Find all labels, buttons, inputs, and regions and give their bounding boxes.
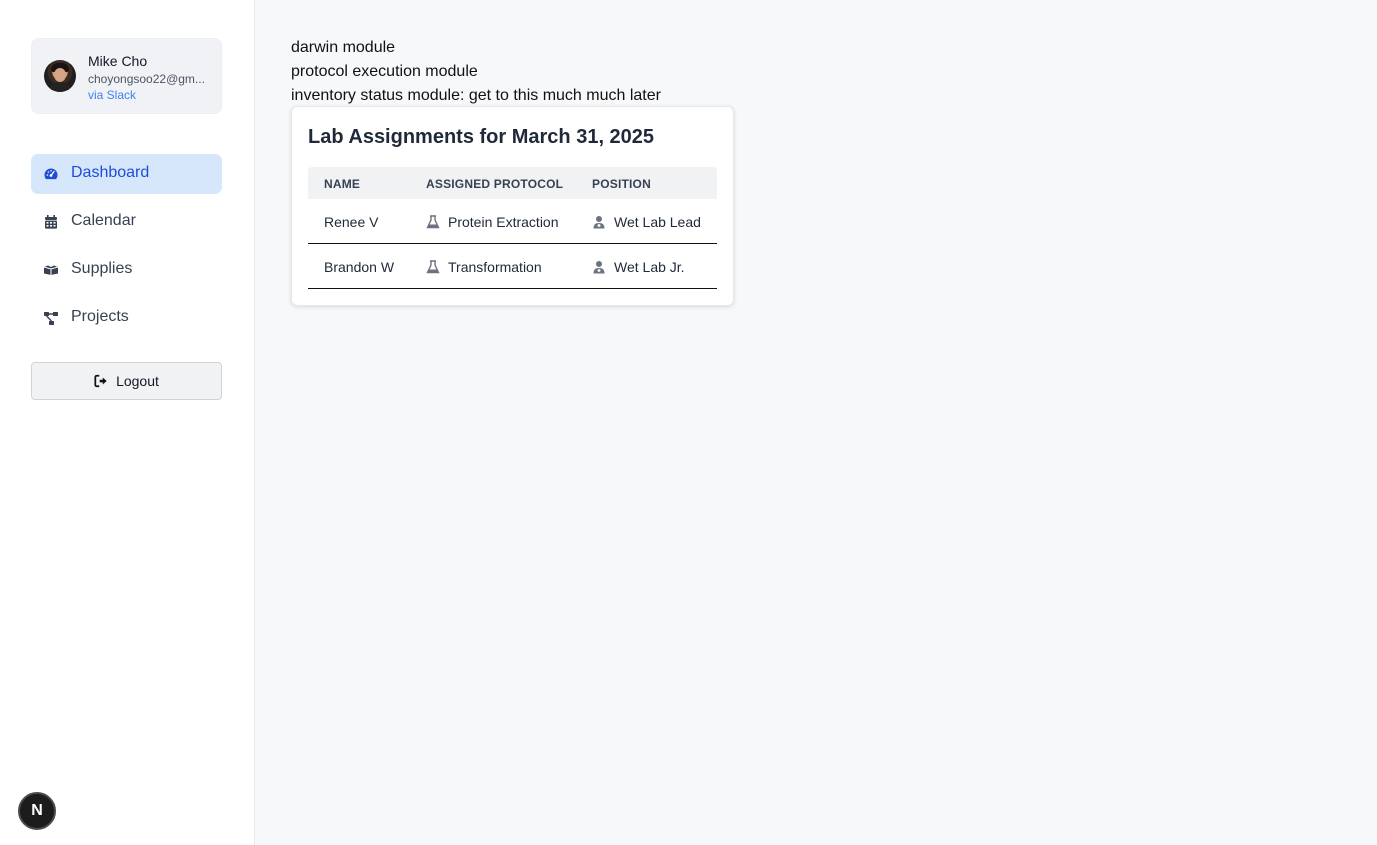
protocol-label: Transformation: [448, 259, 542, 275]
note-line: protocol execution module: [291, 63, 478, 80]
sidebar-item-calendar[interactable]: Calendar: [31, 202, 222, 242]
sidebar-item-label: Projects: [71, 308, 129, 325]
gauge-icon: [44, 168, 58, 180]
sidebar-item-label: Dashboard: [71, 164, 150, 181]
assignments-table: NAME ASSIGNED PROTOCOL POSITION Renee V …: [308, 167, 717, 289]
lab-assignments-card: Lab Assignments for March 31, 2025 NAME …: [291, 106, 734, 306]
cell-name: Renee V: [324, 214, 379, 230]
table-row: Renee V Protein Extraction Wet Lab Lead: [308, 199, 717, 244]
calendar-icon: [45, 215, 57, 229]
boxes-icon: [43, 265, 59, 275]
logout-label: Logout: [116, 373, 159, 389]
cell-protocol: Protein Extraction: [426, 214, 559, 230]
user-via-slack: via Slack: [88, 88, 137, 102]
column-header-protocol: ASSIGNED PROTOCOL: [426, 177, 564, 191]
next-dev-badge[interactable]: N: [18, 792, 56, 830]
cell-name: Brandon W: [324, 259, 395, 275]
sidebar-item-dashboard[interactable]: Dashboard: [31, 154, 222, 194]
sidebar: Mike Cho choyongsoo22@gm... via Slack Da…: [0, 0, 255, 845]
column-header-name: NAME: [324, 177, 361, 191]
card-title: Lab Assignments for March 31, 2025: [308, 126, 655, 148]
position-label: Wet Lab Lead: [614, 214, 701, 230]
note-line: inventory status module: get to this muc…: [291, 87, 661, 104]
user-doctor-icon: [593, 261, 605, 274]
sidebar-item-supplies[interactable]: Supplies: [31, 250, 222, 290]
user-name: Mike Cho: [88, 53, 148, 69]
avatar: [44, 60, 76, 92]
cell-position: Wet Lab Lead: [592, 214, 701, 230]
sidebar-item-label: Supplies: [71, 260, 133, 277]
diagram-project-icon: [44, 312, 58, 325]
column-header-position: POSITION: [592, 177, 651, 191]
cell-protocol: Transformation: [426, 259, 542, 275]
cell-position: Wet Lab Jr.: [592, 259, 685, 275]
user-doctor-icon: [593, 216, 605, 229]
table-row: Brandon W Transformation Wet Lab Jr.: [308, 244, 717, 289]
flask-icon: [426, 215, 440, 229]
module-notes: darwin module protocol execution module …: [291, 36, 661, 108]
note-line: darwin module: [291, 39, 396, 56]
logout-button[interactable]: Logout: [31, 362, 222, 400]
table-header: NAME ASSIGNED PROTOCOL POSITION: [308, 167, 717, 199]
user-card[interactable]: Mike Cho choyongsoo22@gm... via Slack: [31, 38, 222, 114]
user-email: choyongsoo22@gm...: [88, 72, 205, 86]
flask-icon: [426, 260, 440, 274]
sidebar-item-projects[interactable]: Projects: [31, 298, 222, 338]
sign-out-icon: [94, 374, 107, 388]
sidebar-item-label: Calendar: [71, 212, 136, 229]
position-label: Wet Lab Jr.: [614, 259, 685, 275]
protocol-label: Protein Extraction: [448, 214, 559, 230]
